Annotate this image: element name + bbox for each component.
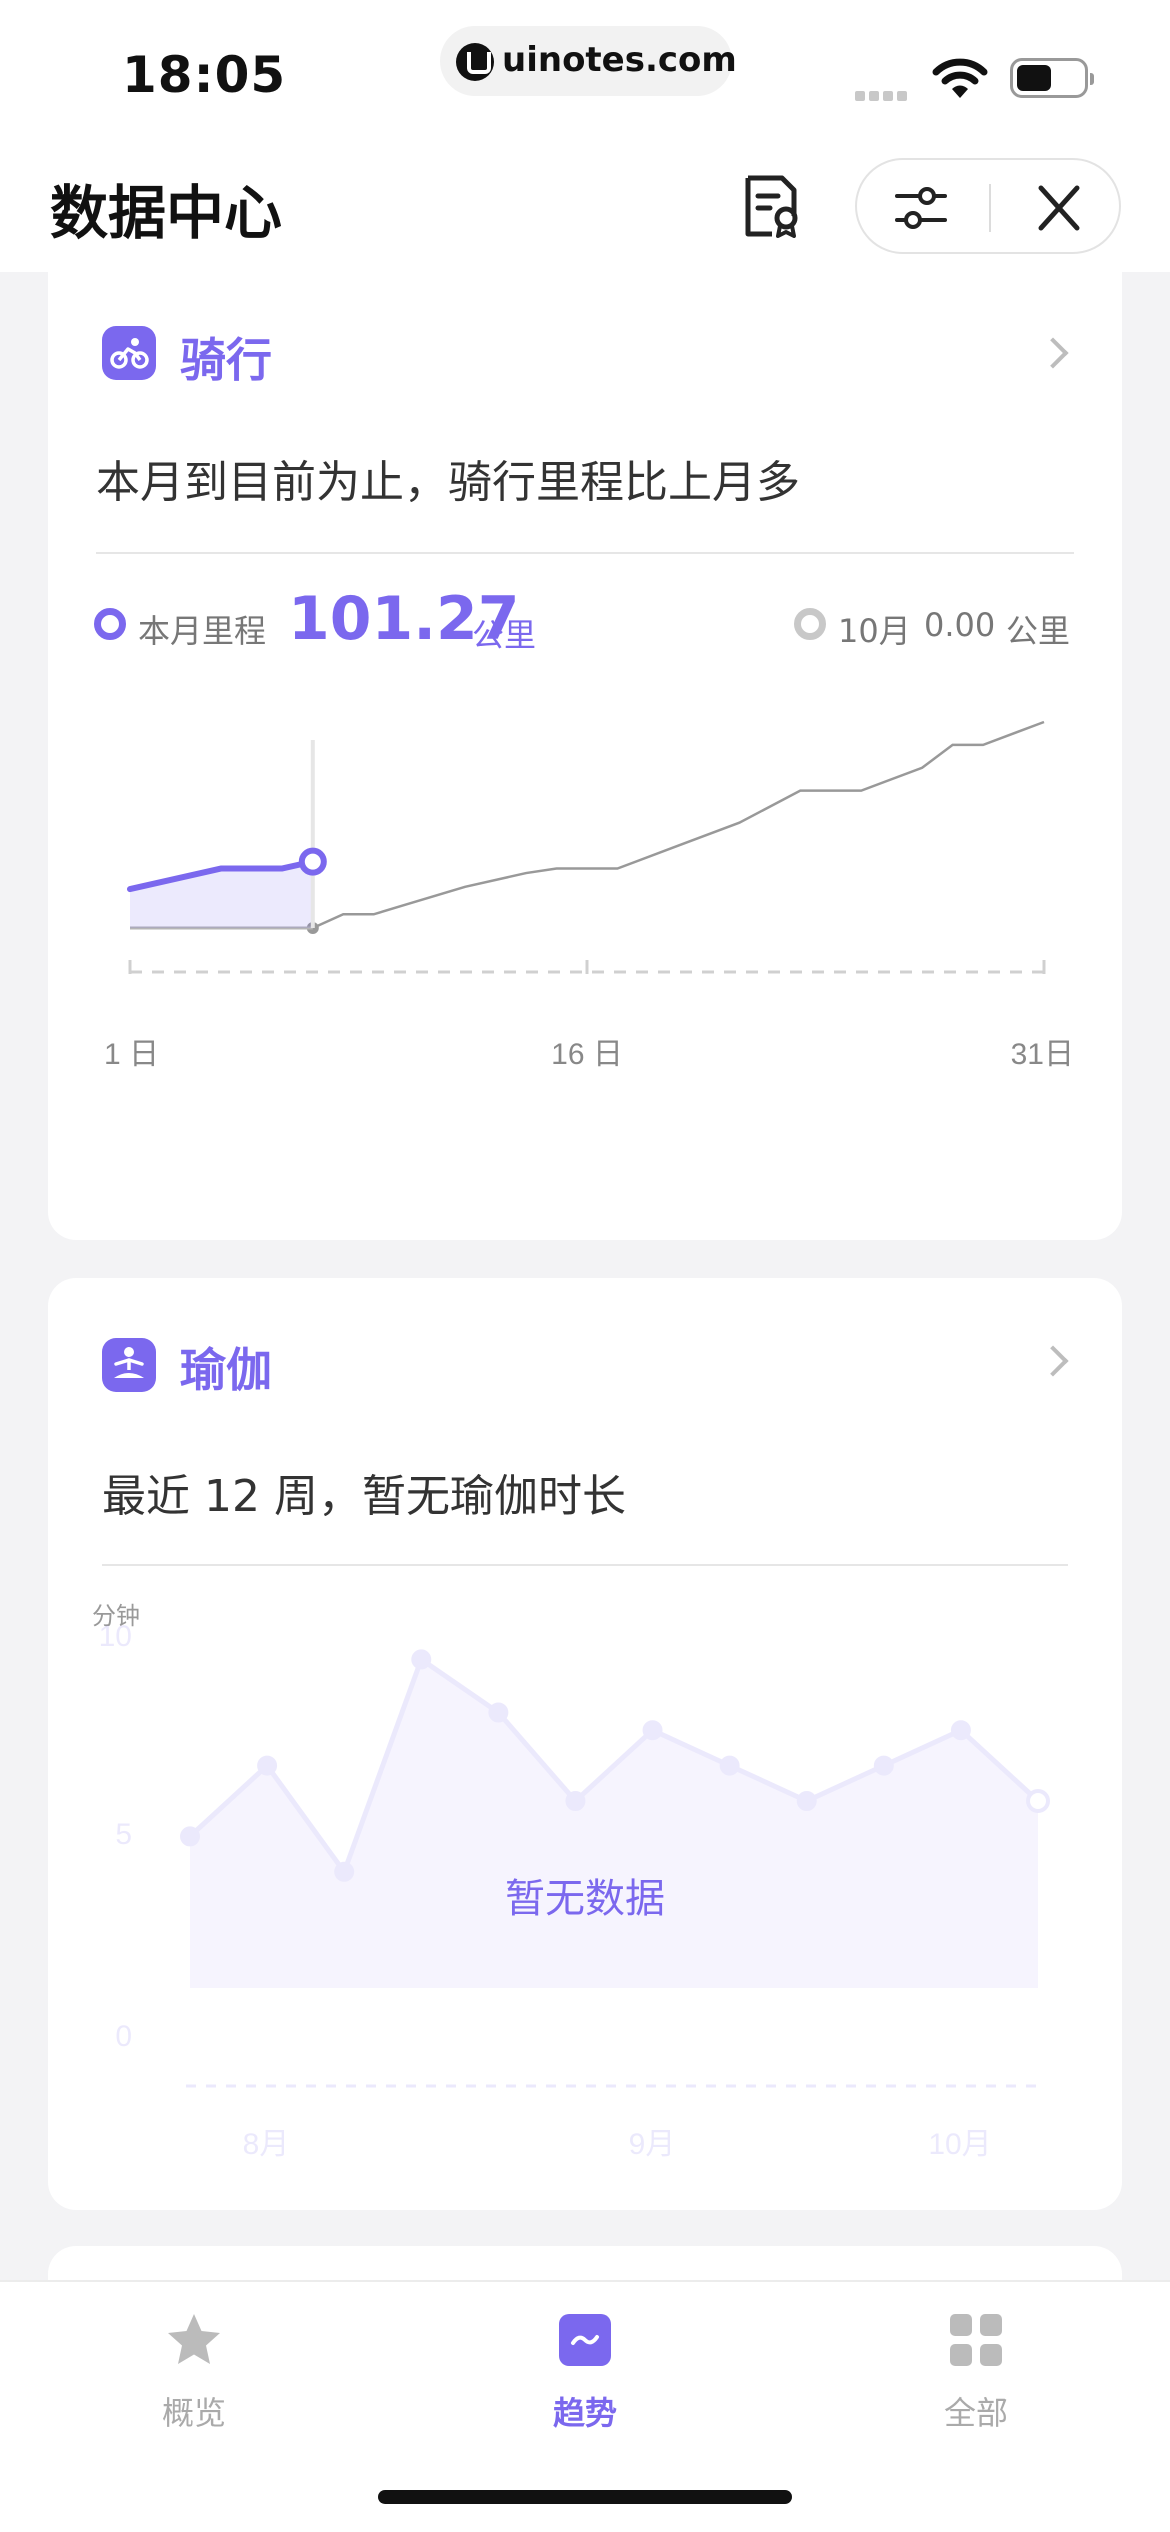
tab-label-all: 全部 (943, 2394, 1008, 2432)
grid-icon (950, 2314, 1002, 2366)
certificate-icon[interactable] (742, 174, 802, 238)
tab-all[interactable]: 全部 (876, 2282, 1076, 2452)
x-tick-label: 16 日 (551, 1038, 623, 1071)
y-tick-label: 10 (99, 1620, 132, 1653)
y-tick-label: 5 (115, 1818, 132, 1851)
tab-overview[interactable]: 概览 (94, 2282, 294, 2452)
yoga-point (411, 1649, 432, 1670)
yoga-point (565, 1791, 586, 1811)
x-tick-label: 10月 (928, 2128, 991, 2161)
yoga-area (190, 1659, 1038, 1988)
cycling-chart: 1 日 16 日 31日 (104, 720, 1074, 1071)
x-tick-label: 31日 (1011, 1038, 1074, 1071)
y-tick-label: 0 (115, 2020, 132, 2053)
home-indicator (378, 2490, 792, 2504)
x-tick-label: 1 日 (104, 1038, 159, 1071)
capsule-divider (989, 184, 991, 232)
current-month-point (298, 847, 327, 876)
yoga-chart: 10 5 0 8月 9月 10月 (99, 1620, 1050, 2161)
x-tick-label: 9月 (629, 2128, 676, 2161)
status-bar: 18:05 uinotes.com (0, 0, 1170, 140)
x-tick-label: 8月 (243, 2128, 290, 2161)
app-header: 数据中心 (0, 140, 1170, 272)
page-title: 数据中心 (50, 179, 283, 247)
battery-icon (1010, 58, 1094, 98)
url-pill[interactable]: uinotes.com (440, 26, 737, 96)
tab-trend[interactable]: 趋势 (485, 2282, 685, 2452)
yoga-card[interactable]: 瑜伽 最近 12 周，暂无瑜伽时长 分钟 10 5 0 8月 9月 10月 暂无数据 (48, 1278, 1122, 2210)
yoga-point (950, 1720, 971, 1741)
url-text: uinotes.com (502, 40, 737, 80)
close-icon[interactable] (1031, 182, 1087, 234)
tab-label-overview: 概览 (161, 2394, 226, 2432)
status-time: 18:05 (122, 46, 287, 104)
no-data-text: 暂无数据 (505, 1876, 665, 1922)
yoga-point (873, 1755, 894, 1776)
mini-program-capsule (855, 158, 1121, 254)
yoga-point (257, 1755, 278, 1776)
yoga-point (796, 1791, 817, 1811)
yoga-point (1026, 1789, 1050, 1813)
current-month-area (130, 861, 313, 928)
wifi-icon (932, 58, 988, 98)
cycling-card[interactable]: 骑行 本月到目前为止，骑行里程比上月多 本月里程 101.27 公里 10月 0… (48, 262, 1122, 1240)
trend-icon (559, 2314, 611, 2366)
star-icon (168, 2314, 220, 2364)
yoga-point (488, 1702, 509, 1723)
previous-month-line (312, 720, 1045, 930)
tab-label-trend: 趋势 (552, 2394, 617, 2432)
yoga-point (180, 1826, 200, 1847)
filter-icon[interactable] (893, 182, 949, 234)
signal-icon (855, 86, 915, 101)
yoga-point (719, 1755, 740, 1776)
yoga-point (642, 1720, 663, 1741)
site-logo-icon (456, 43, 494, 81)
